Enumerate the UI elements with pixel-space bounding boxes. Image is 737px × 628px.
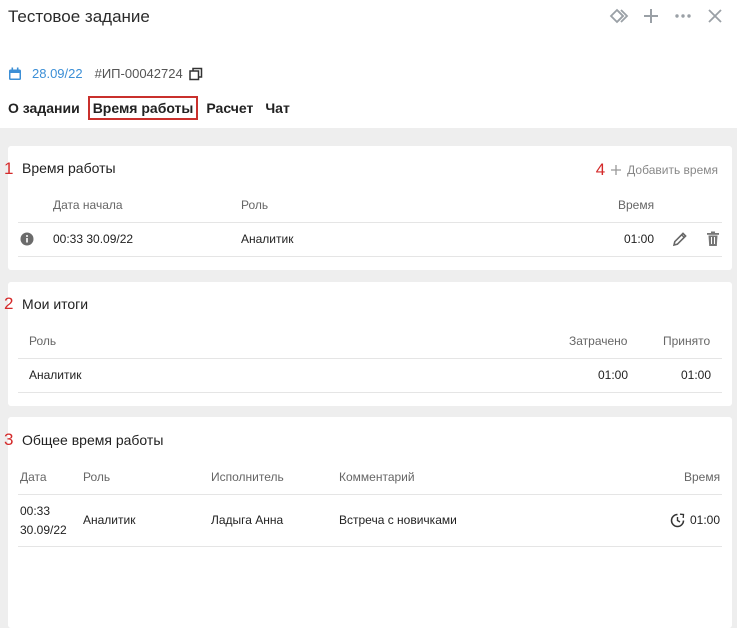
close-icon[interactable]: [705, 6, 725, 26]
row-time-of-day: 00:33: [20, 504, 51, 518]
marker-1: 1: [4, 159, 14, 178]
row-comment: Встреча с новичками: [339, 513, 457, 527]
plus-icon[interactable]: [641, 6, 661, 26]
add-time-button[interactable]: 4 Добавить время: [596, 160, 718, 180]
timer-icon: [670, 513, 685, 528]
row-time: 01:00: [624, 232, 655, 246]
delete-icon[interactable]: [706, 231, 720, 247]
row-role: Аналитик: [29, 368, 82, 382]
header-actions: [609, 6, 725, 26]
task-header: Тестовое задание 28.09/22 #ИП-00042724 О…: [0, 0, 737, 128]
copy-icon[interactable]: [188, 67, 203, 81]
tab-chat[interactable]: Чат: [265, 100, 289, 116]
more-icon[interactable]: [673, 6, 693, 26]
edit-icon[interactable]: [672, 231, 688, 247]
info-icon[interactable]: [20, 232, 34, 246]
work-time-title: Время работы: [22, 160, 116, 176]
task-number: #ИП-00042724: [94, 66, 183, 81]
tab-about[interactable]: О задании: [8, 100, 80, 116]
divider: [18, 358, 722, 359]
total-time-title: Общее время работы: [22, 432, 164, 448]
col-time: Время: [684, 470, 721, 484]
calendar-icon: [8, 67, 22, 81]
col-spent: Затрачено: [569, 334, 628, 348]
divider: [18, 546, 722, 547]
add-time-label: Добавить время: [627, 163, 718, 177]
row-performer: Ладыга Анна: [211, 513, 284, 527]
row-time: 01:00: [690, 513, 721, 527]
my-totals-card: Мои итоги Роль Затрачено Принято Аналити…: [8, 282, 732, 406]
divider: [18, 256, 722, 257]
row-accepted: 01:00: [681, 368, 712, 382]
col-date: Дата: [20, 470, 47, 484]
row-start-date: 00:33 30.09/22: [53, 232, 134, 246]
tab-work-time[interactable]: Время работы: [87, 96, 199, 120]
task-date: 28.09/22: [32, 66, 83, 81]
col-performer: Исполнитель: [211, 470, 284, 484]
marker-2: 2: [4, 294, 14, 313]
diamond-icon[interactable]: [609, 6, 629, 26]
col-accepted: Принято: [663, 334, 711, 348]
my-totals-title: Мои итоги: [22, 296, 89, 312]
total-time-card: Общее время работы Дата Роль Исполнитель…: [8, 417, 732, 628]
col-comment: Комментарий: [339, 470, 415, 484]
col-start-date: Дата начала: [53, 198, 123, 212]
row-date: 30.09/22: [20, 523, 67, 537]
marker-3: 3: [4, 430, 14, 449]
work-time-card: Время работы 4 Добавить время Дата начал…: [8, 146, 732, 270]
row-role: Аналитик: [83, 513, 136, 527]
col-role: Роль: [83, 470, 111, 484]
window-title: Тестовое задание: [8, 7, 150, 26]
col-time: Время: [618, 198, 655, 212]
divider: [18, 222, 722, 223]
divider: [18, 494, 722, 495]
marker-4: 4: [595, 160, 606, 179]
divider: [18, 392, 722, 393]
tab-calculation[interactable]: Расчет: [206, 100, 253, 116]
row-role: Аналитик: [241, 232, 294, 246]
col-role: Роль: [241, 198, 269, 212]
row-spent: 01:00: [598, 368, 629, 382]
add-icon: [611, 165, 622, 175]
col-role: Роль: [29, 334, 57, 348]
tab-bar: О задании Время работы Расчет Чат: [8, 96, 302, 120]
task-meta: 28.09/22 #ИП-00042724: [8, 66, 203, 81]
